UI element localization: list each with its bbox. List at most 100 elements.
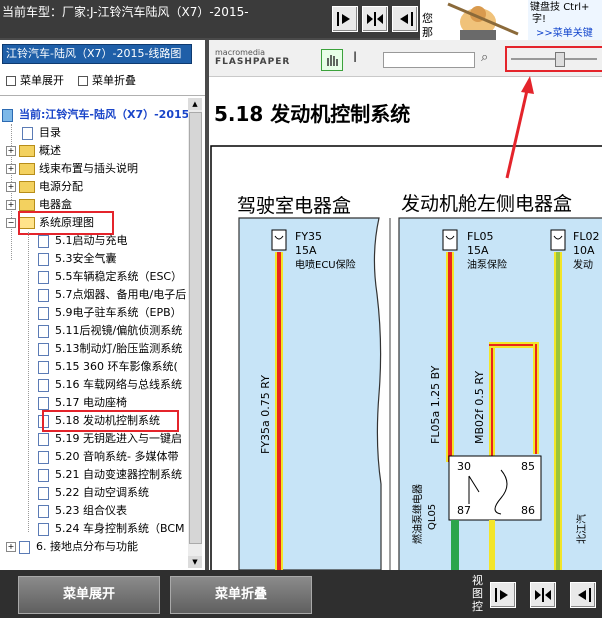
document-icon [38,378,49,392]
ad-link[interactable]: >>菜单关键 [536,24,593,39]
arrow-right-icon [337,12,350,26]
expand-icon [6,76,16,86]
tree-child-item[interactable]: 5.13制动灯/胎压监测系统 [38,340,182,358]
view-both-button[interactable] [362,6,388,32]
tree-child-item[interactable]: 5.11后视镜/偏航侦测系统 [38,322,182,340]
fl05-amp: 15A [467,244,489,257]
menu-collapse-button[interactable]: 菜单折叠 [170,576,312,614]
document-viewer: macromedia FLASHPAPER I ⌕ 5.18 发动机控制系统 驾… [209,40,602,570]
tree-current-node[interactable]: 当前:江铃汽车-陆风（X7）-2015-线 [2,106,188,124]
tree-vertical-scrollbar[interactable]: ▲ ▼ [188,98,202,568]
fy35-wire-label: FY35a 0.75 RY [259,375,272,454]
tree-child-item[interactable]: 5.23 组合仪表 [38,502,127,520]
document-icon [38,450,49,464]
sidebar: 江铃汽车-陆风（X7）-2015-线路图 菜单展开 菜单折叠 当前:江铃汽车-陆… [0,40,205,610]
tree-child-item[interactable]: 5.15 360 环车影像系统( [38,358,178,376]
engine-box-title: 发动机舱左侧电器盒 [401,193,572,215]
document-icon [19,540,30,554]
scroll-thumb[interactable] [189,112,202,544]
expand-plus-icon: + [6,542,16,552]
svg-text:86: 86 [521,504,535,517]
fy35-name: FY35 [295,230,322,243]
bottom-view-both-button[interactable] [530,582,556,608]
expand-plus-icon: + [6,146,16,156]
tree-child-item[interactable]: 5.9电子驻车系统（EPB） [38,304,182,322]
document-icon [38,234,49,248]
arrow-left-icon [578,588,591,602]
sidebar-expand-control[interactable]: 菜单展开 [6,72,64,88]
bottom-bar: 菜单展开 菜单折叠 视图控 [0,570,602,618]
svg-text:30: 30 [457,460,471,473]
ad-line2: 字! [532,14,547,25]
tree-child-item[interactable]: 5.3安全气囊 [38,250,117,268]
fl05-name: FL05 [467,230,493,243]
relay-code: QL05 [427,504,438,530]
tree-view[interactable]: 当前:江铃汽车-陆风（X7）-2015-线 目录 + 概述 + 线束布置与插头说明 … [0,98,188,570]
highlight-box-zoom [505,46,602,72]
relay-label: 燃油泵继电器 [411,484,424,544]
bottom-view-next-button[interactable] [570,582,596,608]
split-view-icon [367,12,383,26]
fl05-desc: 油泵保险 [467,258,507,271]
page-heading: 5.18 发动机控制系统 [214,102,411,126]
tree-child-item[interactable]: 5.5车辆稳定系统（ESC） [38,268,182,286]
fy35-amp: 15A [295,244,317,257]
side-label: 北江汽 [575,514,588,544]
sidebar-collapse-control[interactable]: 菜单折叠 [78,72,136,88]
tree-item-grounds[interactable]: +6. 接地点分布与功能 [6,538,138,556]
document-icon [22,126,33,140]
tree-child-item[interactable]: 5.21 自动变速器控制系统 [38,466,182,484]
computer-icon [2,108,13,122]
expand-plus-icon: + [6,182,16,192]
wiring-diagram: 驾驶室电器盒 发动机舱左侧电器盒 FY35 15A 电喷ECU保险 FY35a … [210,145,602,570]
tree-item-overview[interactable]: + 概述 [6,142,61,160]
view-prev-button[interactable] [332,6,358,32]
folder-icon [19,145,35,157]
cartoon-figure-icon [447,2,519,40]
viewer-toolbar: macromedia FLASHPAPER I ⌕ [209,40,602,77]
arrow-right-icon [495,588,508,602]
svg-text:85: 85 [521,460,535,473]
tree-child-item[interactable]: 5.22 自动空调系统 [38,484,149,502]
fuse-symbol [550,229,566,251]
sidebar-divider [0,95,205,96]
view-next-button[interactable] [392,6,418,32]
bottom-view-prev-button[interactable] [490,582,516,608]
pan-hand-icon[interactable] [321,49,343,71]
scroll-down-icon[interactable]: ▼ [188,556,202,568]
document-icon [38,270,49,284]
folder-icon [19,181,35,193]
tree-child-item[interactable]: 5.16 车载网络与总线系统 [38,376,182,394]
sidebar-header: 江铃汽车-陆风（X7）-2015-线路图 [2,44,192,64]
relay-wire-label: MB02f 0.5 RY [473,371,486,444]
fl05-wire-label: FL05a 1.25 BY [429,365,442,444]
menu-expand-button[interactable]: 菜单展开 [18,576,160,614]
expand-plus-icon: + [6,200,16,210]
tree-item-harness[interactable]: + 线束布置与插头说明 [6,160,138,178]
ad-banner[interactable]: 您 那 键盘技 Ctrl+ 字! >>菜单关键 [420,0,602,40]
document-icon [38,324,49,338]
page-number-input[interactable] [383,52,475,68]
expand-plus-icon: + [6,164,16,174]
ad-text-box: 键盘技 Ctrl+ 字! >>菜单关键 [528,0,602,40]
tree-child-item[interactable]: 5.19 无钥匙进入与一键启 [38,430,182,448]
document-icon [38,504,49,518]
tree-child-item[interactable]: 5.1启动与充电 [38,232,128,250]
tree-item-toc[interactable]: 目录 [22,124,61,142]
document-icon [38,360,49,374]
flashpaper-logo: macromedia FLASHPAPER [215,48,291,67]
top-bar: 当前车型：厂家:J-江铃汽车陆风（X7）-2015- 您 那 键盘技 Ctrl+… [0,0,602,40]
document-icon [38,288,49,302]
zoom-icon[interactable]: ⌕ [481,50,488,65]
ad-side-text: 您 那 [422,12,433,39]
tree-child-item[interactable]: 5.7点烟器、备用电/电子后 [38,286,186,304]
scroll-up-icon[interactable]: ▲ [188,98,202,110]
text-select-icon[interactable]: I [353,50,357,66]
highlight-box-selected [42,410,179,432]
tree-child-item[interactable]: 5.20 音响系统- 多媒体带 [38,448,178,466]
tree-child-item[interactable]: 5.24 车身控制系统（BCM [38,520,185,538]
tree-item-power[interactable]: + 电源分配 [6,178,83,196]
arrow-left-icon [400,12,413,26]
svg-text:87: 87 [457,504,471,517]
fl02-desc: 发动 [573,258,593,271]
